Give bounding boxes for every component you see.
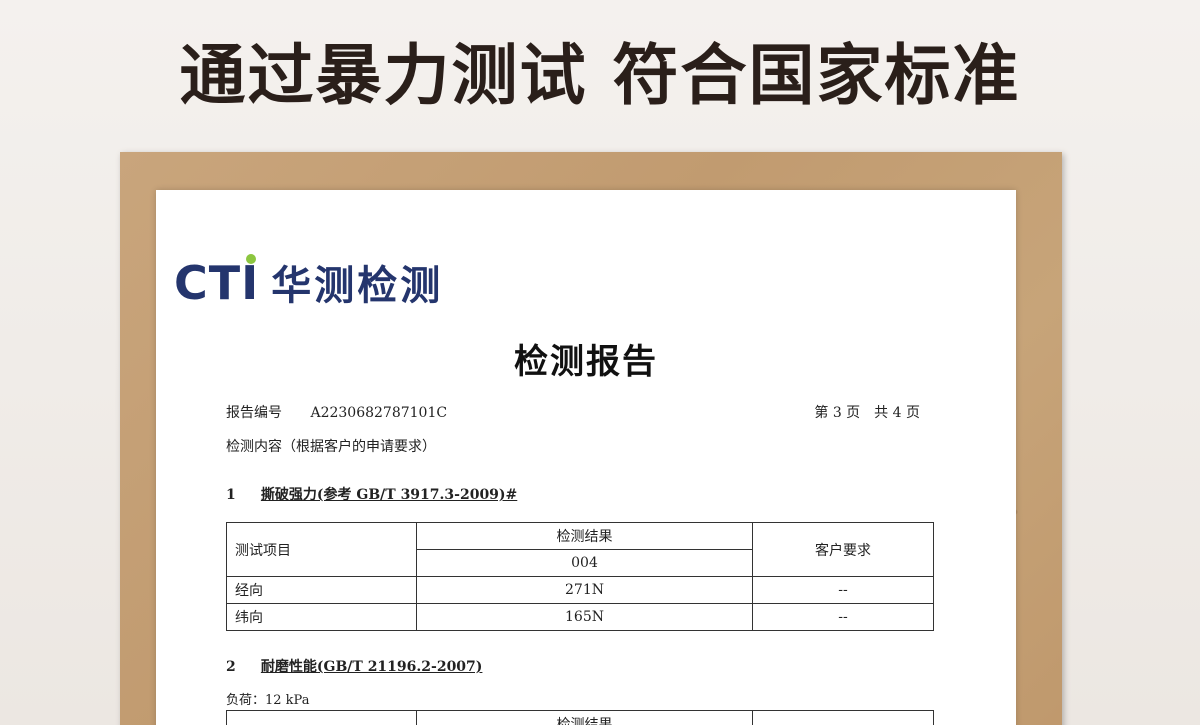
section-1-number: 1 <box>226 487 236 503</box>
section-2-title: 2 耐磨性能(GB/T 21196.2-2007) <box>226 656 482 676</box>
load-line: 负荷：12 kPa <box>226 693 310 708</box>
row-result-cell: 165N <box>416 603 753 631</box>
report-number: 报告编号 A2230682787101C <box>226 402 447 422</box>
abrasion-table: 检测结果 <box>226 710 934 725</box>
col-header-requirement-empty <box>752 710 934 725</box>
table-row: 经向 271N -- <box>226 576 934 604</box>
cti-logo: CTI 华测检测 <box>174 246 443 306</box>
report-number-value: A2230682787101C <box>310 405 448 421</box>
table-header-row: 测试项目 检测结果 客户要求 <box>226 522 934 577</box>
sample-id-cell: 004 <box>416 549 753 577</box>
row-item-cell: 纬向 <box>226 603 417 631</box>
section-1-title-text: 撕破强力(参考 GB/T 3917.3-2009)# <box>260 487 518 503</box>
section-1-title: 1 撕破强力(参考 GB/T 3917.3-2009)# <box>226 484 517 504</box>
table-header-row: 检测结果 <box>226 710 934 725</box>
col-header-result: 检测结果 <box>416 710 753 725</box>
col-header-result: 检测结果 <box>416 522 753 550</box>
tear-strength-table: 测试项目 检测结果 客户要求 004 经向 271N -- 纬向 165N -- <box>226 522 934 631</box>
row-item-cell: 经向 <box>226 576 417 604</box>
col-header-item-empty <box>226 710 417 725</box>
logo-brand-text: CTI <box>174 256 260 310</box>
section-2-number: 2 <box>226 659 236 675</box>
test-report-document: CTI 华测检测 检测报告 报告编号 A2230682787101C 第 3 页… <box>156 190 1016 725</box>
col-header-item: 测试项目 <box>226 522 417 577</box>
report-number-label: 报告编号 <box>226 405 282 421</box>
logo-chinese-name: 华测检测 <box>271 263 444 309</box>
test-content-line: 检测内容（根据客户的申请要求） <box>226 439 436 455</box>
page-headline: 通过暴力测试 符合国家标准 <box>179 37 1021 114</box>
row-requirement-cell: -- <box>752 576 934 604</box>
report-meta-row: 报告编号 A2230682787101C 第 3 页 共 4 页 <box>226 402 920 422</box>
section-2-title-text: 耐磨性能(GB/T 21196.2-2007) <box>260 659 483 675</box>
report-title: 检测报告 <box>514 342 658 382</box>
page-info: 第 3 页 共 4 页 <box>814 405 920 421</box>
row-requirement-cell: -- <box>752 603 934 631</box>
table-row: 纬向 165N -- <box>226 603 934 631</box>
col-header-requirement: 客户要求 <box>752 522 934 577</box>
row-result-cell: 271N <box>416 576 753 604</box>
